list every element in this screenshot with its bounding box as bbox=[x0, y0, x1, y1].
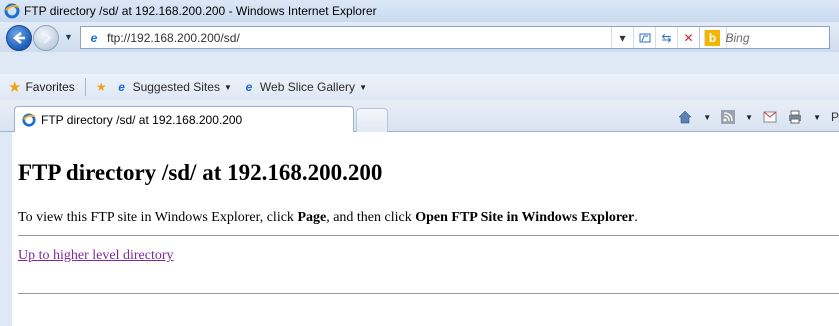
page-icon: e bbox=[90, 30, 98, 45]
search-placeholder: Bing bbox=[725, 27, 750, 48]
dropdown-caret-icon: ▼ bbox=[703, 112, 712, 122]
dropdown-caret-icon: ▼ bbox=[745, 112, 754, 122]
navigation-bar: ▼ e ftp://192.168.200.200/sd/ ▾ ⇆ ✕ b Bi… bbox=[0, 22, 839, 52]
forward-arrow-icon bbox=[43, 32, 52, 44]
address-dropdown-icon[interactable]: ▾ bbox=[611, 27, 633, 48]
tab-active[interactable]: FTP directory /sd/ at 192.168.200.200 bbox=[14, 106, 354, 133]
note-suffix: . bbox=[634, 210, 638, 225]
ftp-explorer-note: To view this FTP site in Windows Explore… bbox=[18, 210, 638, 226]
address-text[interactable]: ftp://192.168.200.200/sd/ bbox=[107, 31, 240, 45]
new-tab-button[interactable] bbox=[356, 108, 388, 133]
command-bar: ▼ ▼ ▼ P bbox=[667, 106, 839, 128]
note-prefix: To view this FTP site in Windows Explore… bbox=[18, 210, 298, 225]
note-page-bold: Page bbox=[297, 210, 327, 225]
web-slice-gallery-button[interactable]: e Web Slice Gallery ▼ bbox=[242, 80, 367, 94]
note-open-ftp-bold: Open FTP Site in Windows Explorer bbox=[415, 210, 635, 225]
dropdown-caret-icon: ▼ bbox=[359, 82, 367, 92]
bing-logo-icon: b bbox=[704, 29, 720, 46]
address-tools: ▾ ⇆ ✕ b Bing bbox=[611, 27, 829, 48]
window-titlebar: FTP directory /sd/ at 192.168.200.200 - … bbox=[0, 0, 839, 22]
ie-page-icon: e bbox=[245, 80, 253, 94]
stop-icon[interactable]: ✕ bbox=[677, 27, 699, 48]
dropdown-caret-icon: ▼ bbox=[813, 112, 821, 122]
favorites-separator bbox=[84, 78, 86, 96]
back-button[interactable] bbox=[6, 25, 32, 51]
recent-pages-dropdown-icon[interactable]: ▼ bbox=[64, 32, 73, 42]
ie-logo-icon bbox=[4, 3, 20, 19]
ie-page-icon: e bbox=[118, 80, 125, 94]
home-icon[interactable]: ▼ bbox=[677, 109, 711, 125]
feeds-icon[interactable]: ▼ bbox=[721, 110, 753, 124]
mail-icon[interactable] bbox=[763, 111, 777, 123]
favorites-button[interactable]: ★ Favorites bbox=[0, 78, 75, 96]
favorites-bar: ★ Favorites ★ e Suggested Sites ▼ e Web … bbox=[0, 74, 839, 100]
note-mid: , and then click bbox=[326, 210, 416, 225]
compatibility-view-icon[interactable] bbox=[633, 27, 655, 48]
dropdown-caret-icon: ▼ bbox=[223, 82, 232, 92]
page-content: FTP directory /sd/ at 192.168.200.200 To… bbox=[0, 132, 839, 326]
suggested-sites-button[interactable]: e Suggested Sites ▼ bbox=[115, 80, 232, 94]
forward-button[interactable] bbox=[33, 25, 59, 51]
divider-top bbox=[18, 235, 839, 236]
search-box[interactable]: b Bing bbox=[699, 27, 829, 48]
add-to-favorites-bar-icon[interactable]: ★ bbox=[96, 80, 107, 94]
suggested-sites-label: Suggested Sites bbox=[132, 80, 220, 94]
tab-row: FTP directory /sd/ at 192.168.200.200 ▼ … bbox=[0, 100, 839, 133]
page-title: FTP directory /sd/ at 192.168.200.200 bbox=[18, 160, 383, 185]
tab-title: FTP directory /sd/ at 192.168.200.200 bbox=[41, 113, 243, 127]
print-icon[interactable]: ▼ bbox=[787, 110, 821, 124]
favorites-label: Favorites bbox=[25, 80, 75, 94]
favorites-star-icon: ★ bbox=[8, 79, 22, 96]
window-title: FTP directory /sd/ at 192.168.200.200 - … bbox=[24, 4, 377, 18]
web-slice-gallery-label: Web Slice Gallery bbox=[259, 80, 356, 94]
page-menu-icon[interactable]: P bbox=[831, 110, 839, 124]
back-arrow-icon bbox=[13, 32, 25, 44]
divider-bottom bbox=[18, 293, 839, 294]
refresh-icon[interactable]: ⇆ bbox=[655, 27, 677, 48]
ie-logo-icon bbox=[21, 112, 37, 128]
address-bar[interactable]: e ftp://192.168.200.200/sd/ ▾ ⇆ ✕ b Bing bbox=[80, 26, 830, 49]
up-directory-link[interactable]: Up to higher level directory bbox=[18, 248, 174, 264]
